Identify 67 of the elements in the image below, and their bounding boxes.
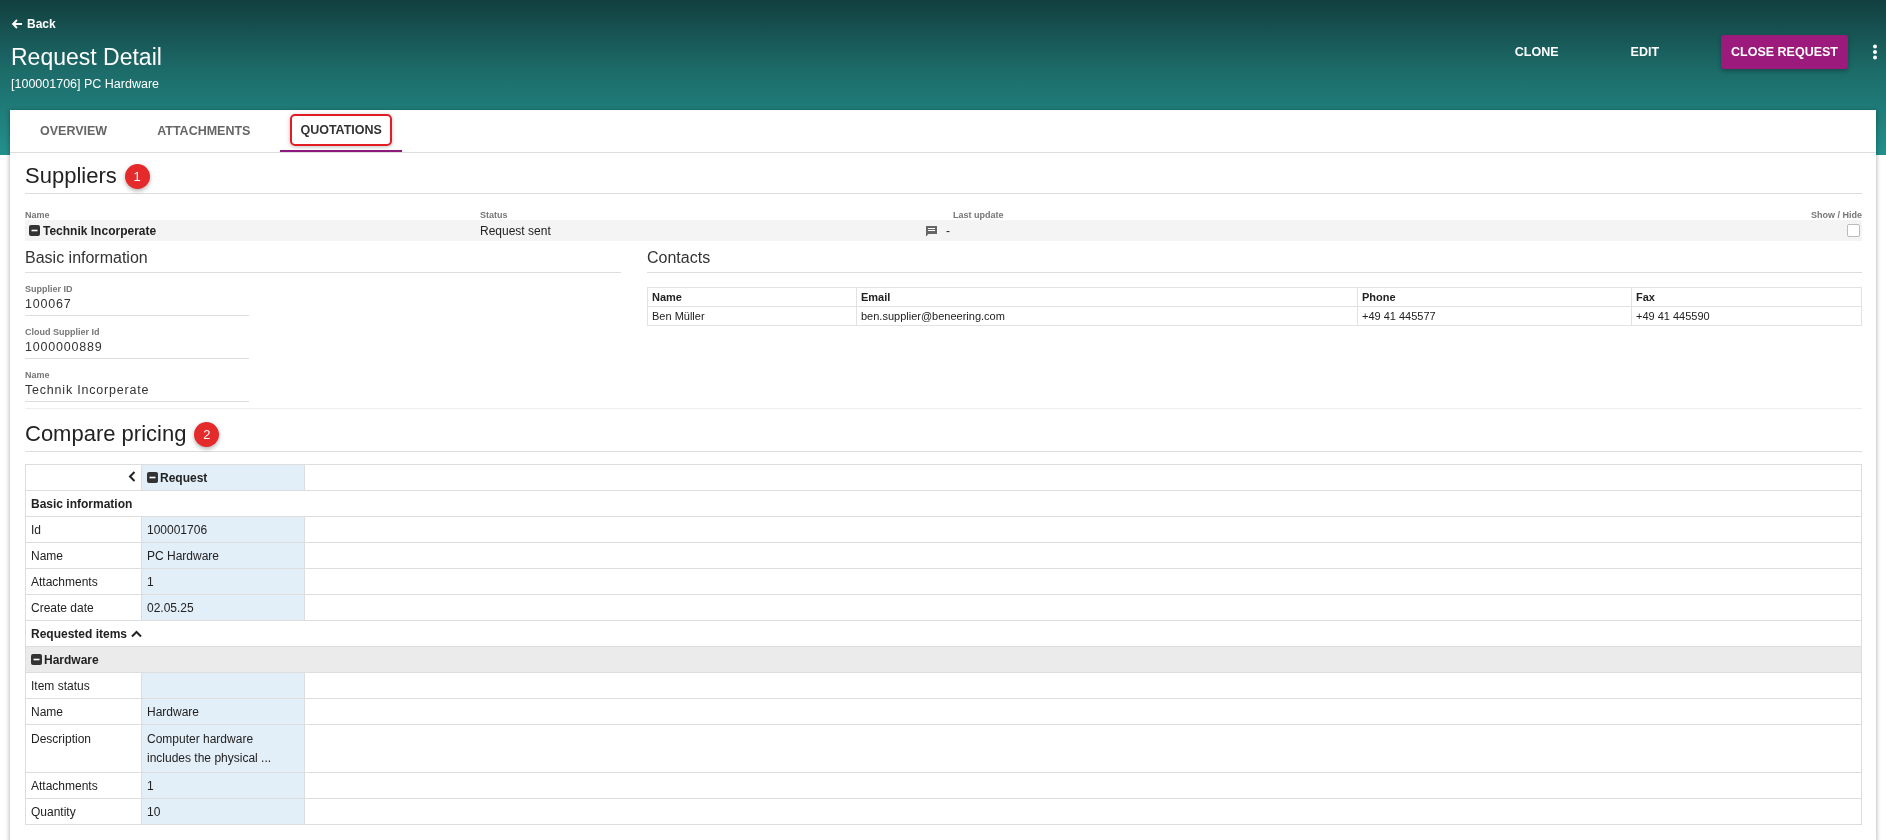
last-update-value: - <box>946 223 951 238</box>
column-header: Phone <box>1357 287 1632 307</box>
table-cell: Computer hardware includes the physical ... <box>141 724 305 773</box>
row-label: Id <box>25 516 142 543</box>
action-button[interactable]: EDIT <box>1620 35 1670 69</box>
step-badge: 1 <box>124 163 150 189</box>
chevron-left-icon[interactable] <box>128 470 136 482</box>
section-title: Compare pricing <box>25 421 187 447</box>
field-value: 1000000889 <box>25 340 104 354</box>
table-cell: 02.05.25 <box>141 594 305 621</box>
collapse-icon[interactable] <box>147 471 158 483</box>
table-cell: Ben Müller <box>647 306 857 326</box>
close-request-button[interactable]: CLOSE REQUEST <box>1721 35 1848 69</box>
column-label: Name <box>25 210 51 220</box>
show-hide-checkbox[interactable] <box>1847 224 1860 237</box>
step-badge: 2 <box>194 421 220 447</box>
supplier-name: Technik Incorperate <box>43 223 157 238</box>
section-label: Requested items <box>31 626 128 641</box>
column-title: Request <box>160 470 208 485</box>
column-header: Name <box>647 287 857 307</box>
subsection-title: Contacts <box>647 241 1862 273</box>
table-cell: ben.supplier@beneering.com <box>856 306 1358 326</box>
tab[interactable]: ATTACHMENTS <box>137 110 271 152</box>
field-value: Technik Incorperate <box>25 383 151 397</box>
table-cell: PC Hardware <box>141 542 305 569</box>
more-menu-icon[interactable] <box>1872 44 1878 60</box>
table-cell: 10 <box>141 798 305 825</box>
row-label: Quantity <box>25 798 142 825</box>
row-label: Item status <box>25 672 142 699</box>
collapse-icon[interactable] <box>31 653 42 665</box>
subsection-title: Basic information <box>25 241 621 273</box>
group-label: Hardware <box>44 652 99 667</box>
column-label: Status <box>480 210 509 220</box>
page-subtitle: [100001706] PC Hardware <box>11 77 160 91</box>
section-title: Suppliers <box>25 163 117 189</box>
field-label: Supplier ID <box>25 284 74 294</box>
column-header: Email <box>856 287 1358 307</box>
table-cell: Hardware <box>141 698 305 725</box>
column-header: Fax <box>1631 287 1862 307</box>
table-cell: 100001706 <box>141 516 305 543</box>
supplier-row[interactable]: Technik Incorperate Request sent - <box>25 220 1862 241</box>
section-label: Basic information <box>31 496 133 511</box>
row-label: Attachments <box>25 772 142 799</box>
chevron-icon[interactable] <box>131 629 143 638</box>
table-cell: 1 <box>141 772 305 799</box>
column-label: Show / Hide <box>1811 210 1862 220</box>
row-label: Attachments <box>25 568 142 595</box>
row-label: Name <box>25 542 142 569</box>
table-cell: 1 <box>141 568 305 595</box>
back-link[interactable]: Back <box>11 17 56 31</box>
field-label: Cloud Supplier Id <box>25 327 101 337</box>
field-label: Name <box>25 370 51 380</box>
field-value: 100067 <box>25 297 73 311</box>
action-button[interactable]: CLONE <box>1504 35 1569 69</box>
row-label: Description <box>25 724 142 773</box>
row-label: Create date <box>25 594 142 621</box>
column-label: Last update <box>953 210 1005 220</box>
table-cell: +49 41 445590 <box>1631 306 1862 326</box>
collapse-icon[interactable] <box>29 225 40 236</box>
row-label: Name <box>25 698 142 725</box>
supplier-status: Request sent <box>480 223 552 238</box>
arrow-left-icon <box>11 18 23 30</box>
table-cell: +49 41 445577 <box>1357 306 1632 326</box>
comment-icon[interactable] <box>925 224 938 237</box>
column-header[interactable]: Request <box>141 464 305 491</box>
page-title: Request Detail <box>11 44 162 71</box>
tab[interactable]: OVERVIEW <box>20 110 128 152</box>
